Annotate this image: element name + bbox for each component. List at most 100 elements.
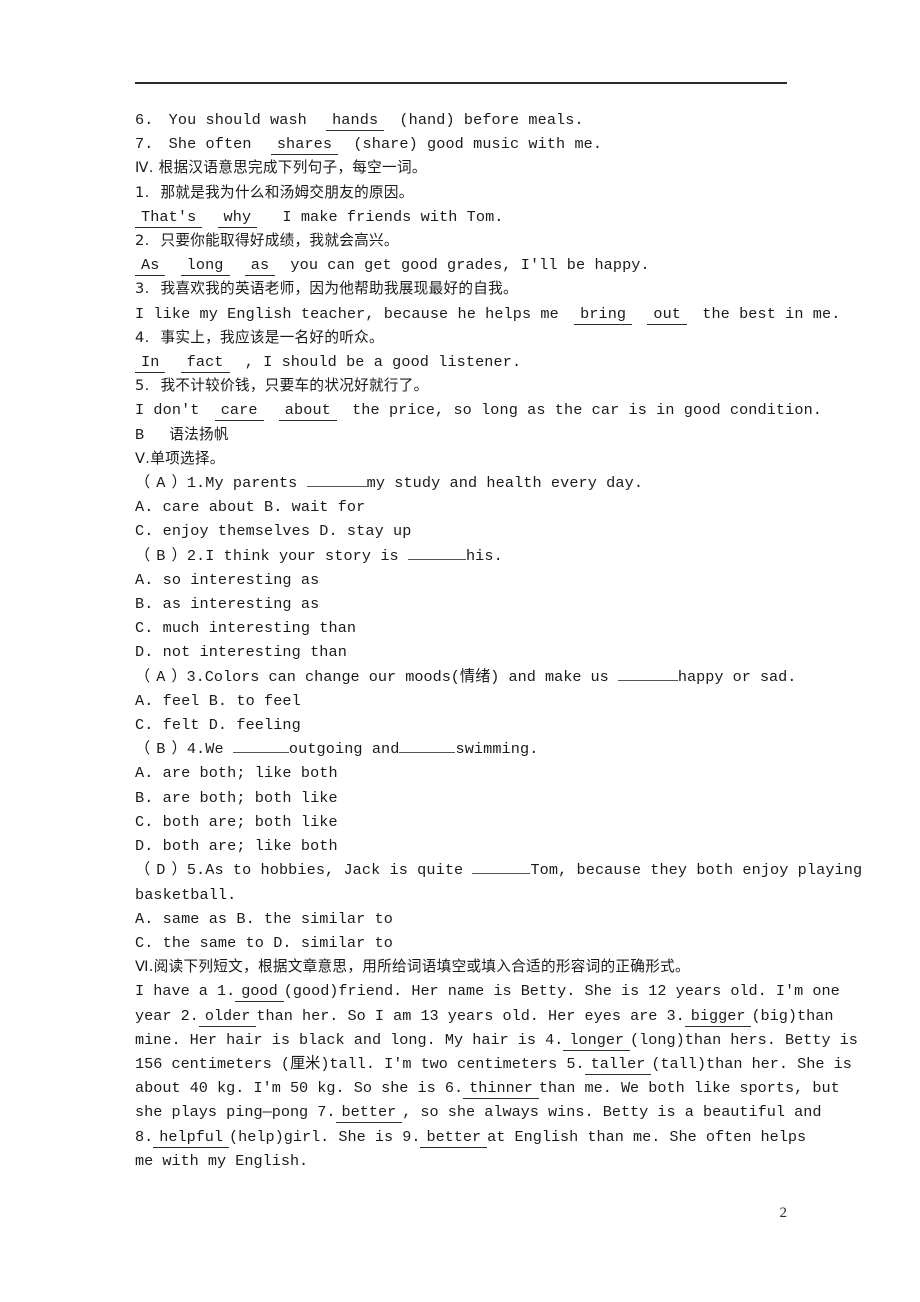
- stem-after: happy or sad.: [677, 667, 797, 686]
- mc-question-2-stem: （B ）2.I think your story is his.: [135, 544, 791, 568]
- answer-letter: D: [156, 861, 166, 880]
- answer-blank-filled: helpful: [153, 1128, 230, 1148]
- item-number: 7.: [135, 135, 154, 154]
- item-number: 4.: [135, 328, 150, 346]
- answer-blank-empty: [617, 667, 678, 681]
- section-iv-item-4-answer-line: In fact , I should be a good listener.: [135, 350, 791, 374]
- answer-blank-filled: In: [135, 354, 166, 374]
- item-number: 3.: [135, 280, 150, 298]
- mc-question-5-options-line-1: A. same as B. the similar to: [135, 909, 393, 928]
- item-number: 3.: [186, 667, 205, 686]
- section-iv-item-1-chinese: 1. 那就是我为什么和汤姆交朋友的原因。: [135, 181, 791, 205]
- item-number: 1.: [135, 183, 150, 201]
- answer-blank-filled: about: [278, 402, 337, 422]
- answer-blank-filled: good: [235, 983, 284, 1003]
- item-number: 2.: [135, 232, 150, 250]
- item-number: 1.: [186, 474, 206, 493]
- answer-blank-filled: as: [244, 257, 276, 277]
- chinese-prompt: 我喜欢我的英语老师，因为他帮助我展现最好的自我。: [160, 280, 518, 298]
- answer-blank-filled: why: [217, 208, 258, 228]
- answer-blank-filled: bigger: [684, 1007, 752, 1027]
- item-number: 2.: [186, 546, 206, 565]
- passage-text: about 40 kg. I'm 50 kg. So she is 6.: [135, 1079, 464, 1098]
- passage-text: (long)than hers. Betty is: [630, 1030, 858, 1049]
- stem-mid: outgoing and: [288, 740, 400, 759]
- worksheet-page: 6. You should wash hands (hand) before m…: [0, 0, 920, 1302]
- passage-text: (good)friend. Her name is Betty. She is …: [283, 982, 840, 1001]
- passage-text: 156 centimeters (厘米)tall. I'm two centim…: [135, 1054, 585, 1073]
- sentence-tail: I make friends with Tom.: [282, 207, 504, 226]
- mc-question-5-stem: （D ）5.As to hobbies, Jack is quite Tom, b…: [135, 858, 862, 882]
- stem-before: As to hobbies, Jack is quite: [205, 861, 464, 880]
- answer-bracket: （B）: [135, 546, 187, 565]
- document-body: 6. You should wash hands (hand) before m…: [135, 108, 862, 1173]
- answer-blank-filled: shares: [270, 136, 339, 156]
- stem-before: Colors can change our moods(情绪) and make…: [204, 667, 609, 686]
- part-b-heading: B 语法扬帆: [135, 423, 791, 447]
- mc-question-2-options-line-1: A. so interesting as: [135, 570, 320, 589]
- sentence-tail: you can get good grades, I'll be happy.: [290, 256, 650, 275]
- item-number: 4.: [186, 740, 206, 759]
- answer-blank-filled: older: [198, 1007, 257, 1027]
- chinese-prompt: 我不计较价钱，只要车的状况好就行了。: [160, 377, 429, 395]
- answer-letter: B: [156, 546, 166, 565]
- stem-before: We: [205, 740, 224, 759]
- mc-question-2-options-line-2: B. as interesting as: [135, 595, 320, 614]
- sentence-tail: , I should be a good listener.: [244, 353, 522, 372]
- section-iv-item-5-answer-line: I don't care about the price, so long as…: [135, 398, 822, 422]
- answer-bracket: （A）: [135, 474, 187, 493]
- passage-text: (help)girl. She is 9.: [229, 1127, 421, 1146]
- page-number: 2: [779, 1205, 788, 1221]
- passage-text: I have a 1.: [135, 982, 236, 1001]
- answer-blank-filled: out: [647, 305, 688, 325]
- passage-text: than her. So I am 13 years old. Her eyes…: [256, 1006, 685, 1025]
- section-iv-heading: Ⅳ. 根据汉语意思完成下列句子，每空一词。: [135, 159, 427, 177]
- reading-passage: I have a 1. good (good)friend. Her name is…: [135, 979, 858, 1173]
- mc-question-4-options-line-2: B. are both; both like: [135, 788, 338, 807]
- section-iv-item-5-chinese: 5. 我不计较价钱，只要车的状况好就行了。: [135, 374, 791, 398]
- mc-question-5-stem-wrap: basketball.: [135, 885, 237, 904]
- item-number: 6.: [135, 111, 154, 129]
- chinese-prompt: 那就是我为什么和汤姆交朋友的原因。: [160, 183, 414, 201]
- passage-text: me with my English.: [135, 1151, 309, 1170]
- item-text-before: You should wash: [168, 111, 307, 129]
- answer-blank-empty: [399, 739, 456, 754]
- answer-bracket: （D）: [135, 861, 187, 880]
- answer-blank-filled: taller: [584, 1055, 652, 1075]
- mc-question-4-options-line-4: D. both are; like both: [135, 837, 338, 856]
- sentence-lead: I like my English teacher, because he he…: [135, 304, 559, 323]
- answer-blank-filled: care: [214, 402, 264, 422]
- part-b-label: B: [135, 425, 145, 444]
- answer-letter: A: [156, 667, 166, 686]
- passage-line-8: me with my English.: [135, 1149, 791, 1173]
- header-divider-rule: [135, 82, 787, 84]
- passage-line-7: 8. helpful (help)girl. She is 9. better at E…: [135, 1125, 806, 1149]
- mc-question-1-options-line-1: A. care about B. wait for: [135, 498, 366, 517]
- answer-blank-filled: hands: [326, 112, 385, 131]
- mc-question-2-options-line-4: D. not interesting than: [135, 643, 347, 662]
- section-iv-item-3-chinese: 3. 我喜欢我的英语老师，因为他帮助我展现最好的自我。: [135, 277, 791, 301]
- sentence-tail: the best in me.: [702, 304, 841, 323]
- section-iv-item-2-answer-line: As long as you can get good grades, I'll…: [135, 253, 791, 277]
- stem-after: his.: [465, 546, 503, 565]
- answer-blank-filled: better: [335, 1104, 403, 1124]
- mc-question-3-options-line-2: C. felt D. feeling: [135, 716, 301, 735]
- answer-blank-filled: thinner: [463, 1080, 539, 1100]
- passage-line-2: year 2. older than her. So I am 13 years o…: [135, 1004, 833, 1028]
- answer-bracket: （A）: [135, 667, 187, 686]
- mc-question-2-options-line-3: C. much interesting than: [135, 619, 357, 638]
- answer-bracket: （B）: [135, 740, 187, 759]
- stem-before: My parents: [205, 474, 298, 493]
- passage-text: , so she always wins. Betty is a beautif…: [402, 1103, 822, 1122]
- stem-after: my study and health every day.: [366, 474, 644, 493]
- answer-letter: A: [156, 474, 166, 493]
- answer-blank-filled: fact: [180, 354, 230, 374]
- passage-line-5: about 40 kg. I'm 50 kg. So she is 6. thin…: [135, 1076, 840, 1100]
- sentence-tail: the price, so long as the car is in good…: [352, 401, 823, 420]
- passage-line-6: she plays ping—pong 7. better, so she alw…: [135, 1100, 821, 1124]
- answer-blank-filled: That's: [135, 208, 203, 228]
- fill-blank-item-7: 7. She often shares (share) good music w…: [135, 132, 791, 156]
- answer-blank-filled: bring: [574, 305, 633, 325]
- passage-text: at English than me. She often helps: [487, 1127, 807, 1146]
- passage-text: 8.: [135, 1127, 154, 1146]
